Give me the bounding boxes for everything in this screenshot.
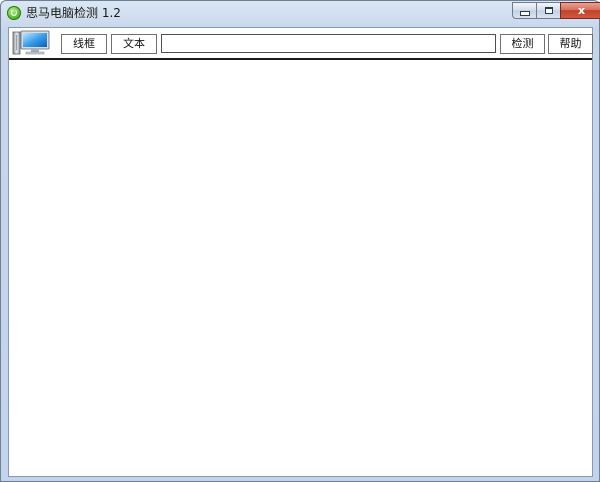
maximize-button[interactable] bbox=[536, 2, 560, 19]
caption-buttons: x bbox=[512, 2, 600, 20]
close-button[interactable]: x bbox=[560, 2, 600, 19]
toolbar: 线框 文本 检测 帮助 bbox=[9, 28, 593, 60]
minimize-icon bbox=[519, 11, 530, 16]
app-logo-icon bbox=[7, 6, 21, 20]
app-window: 思马电脑检测 1.2 x 线框 文本 检测 帮助 bbox=[0, 0, 600, 482]
address-input[interactable] bbox=[161, 34, 496, 53]
text-button[interactable]: 文本 bbox=[111, 34, 157, 54]
minimize-button[interactable] bbox=[512, 2, 536, 19]
maximize-icon bbox=[544, 7, 553, 14]
close-icon: x bbox=[577, 4, 586, 17]
window-title: 思马电脑检测 1.2 bbox=[26, 6, 121, 20]
help-button[interactable]: 帮助 bbox=[548, 34, 593, 54]
monitor-icon[interactable] bbox=[12, 30, 50, 55]
detect-button[interactable]: 检测 bbox=[500, 34, 545, 54]
client-area: 线框 文本 检测 帮助 bbox=[8, 27, 593, 477]
wireframe-button[interactable]: 线框 bbox=[61, 34, 107, 54]
title-bar[interactable]: 思马电脑检测 1.2 x bbox=[1, 1, 600, 25]
content-area[interactable] bbox=[9, 60, 592, 476]
